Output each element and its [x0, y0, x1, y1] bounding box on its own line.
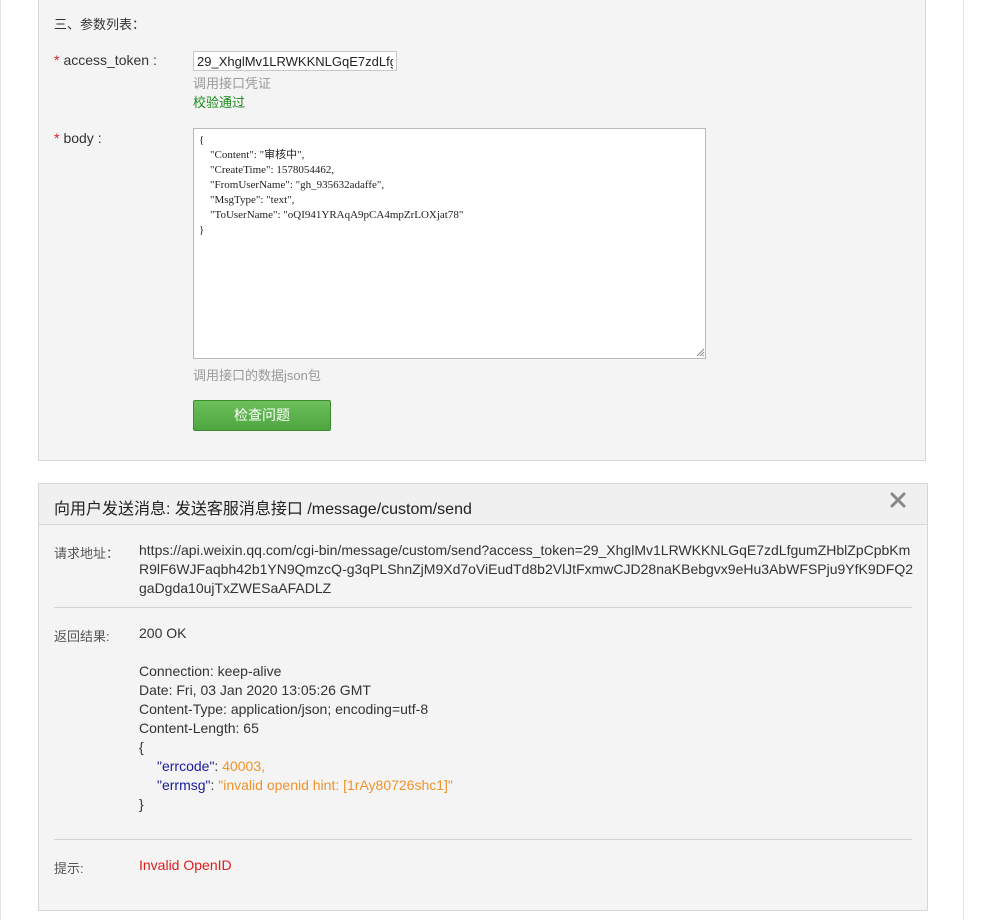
- json-open-brace: {: [139, 739, 144, 755]
- json-value-errmsg: "invalid openid hint: [1rAy80726shc1]": [218, 777, 453, 793]
- page-border-right: [963, 0, 964, 920]
- json-key-errmsg: "errmsg": [157, 777, 211, 793]
- json-errmsg-line: "errmsg": "invalid openid hint: [1rAy807…: [139, 776, 453, 795]
- result-title: 向用户发送消息: 发送客服消息接口 /message/custom/send: [54, 501, 472, 518]
- json-value-errcode: 40003,: [222, 758, 266, 774]
- divider: [54, 839, 912, 840]
- response-block: 200 OK Connection: keep-alive Date: Fri,…: [139, 624, 453, 814]
- body-label-row: * body :: [54, 130, 102, 146]
- close-icon[interactable]: [887, 489, 909, 511]
- body-label: body :: [63, 130, 102, 146]
- json-close-brace: }: [139, 796, 144, 812]
- check-problem-button[interactable]: 检查问题: [193, 400, 331, 431]
- access-token-input[interactable]: [193, 51, 397, 71]
- result-panel: 向用户发送消息: 发送客服消息接口 /message/custom/send 请…: [38, 483, 928, 911]
- header-line: Content-Length: 65: [139, 720, 259, 736]
- validation-status: 校验通过: [193, 95, 246, 110]
- param-panel: 三、参数列表： *access_token : 调用接口凭证 校验通过 *bod…: [38, 0, 926, 461]
- required-mark: *: [54, 52, 60, 68]
- required-mark: *: [54, 130, 60, 146]
- access-token-label: access_token :: [63, 52, 157, 68]
- header-line: Content-Type: application/json; encoding…: [139, 701, 429, 717]
- json-key-errcode: "errcode": [157, 758, 215, 774]
- response-label: 返回结果:: [54, 629, 110, 644]
- result-header: 向用户发送消息: 发送客服消息接口 /message/custom/send: [39, 484, 927, 525]
- body-textarea[interactable]: { "Content": "审核中", "CreateTime": 157805…: [193, 128, 706, 359]
- header-line: Date: Fri, 03 Jan 2020 13:05:26 GMT: [139, 682, 371, 698]
- access-token-hint: 调用接口凭证: [193, 76, 272, 91]
- status-line: 200 OK: [139, 625, 187, 641]
- tip-error-text: Invalid OpenID: [139, 857, 232, 873]
- access-token-label-row: * access_token :: [54, 52, 157, 68]
- page-border-left: [0, 0, 1, 920]
- json-errcode-line: "errcode": 40003,: [139, 757, 453, 776]
- header-line: Connection: keep-alive: [139, 663, 282, 679]
- request-url: https://api.weixin.qq.com/cgi-bin/messag…: [139, 542, 913, 596]
- section-title: 三、参数列表：: [54, 17, 146, 32]
- resize-grip-icon[interactable]: [695, 347, 705, 357]
- request-url-label: 请求地址：: [54, 546, 120, 561]
- body-hint: 调用接口的数据json包: [193, 368, 321, 383]
- tip-label: 提示:: [54, 861, 84, 876]
- divider: [54, 607, 912, 608]
